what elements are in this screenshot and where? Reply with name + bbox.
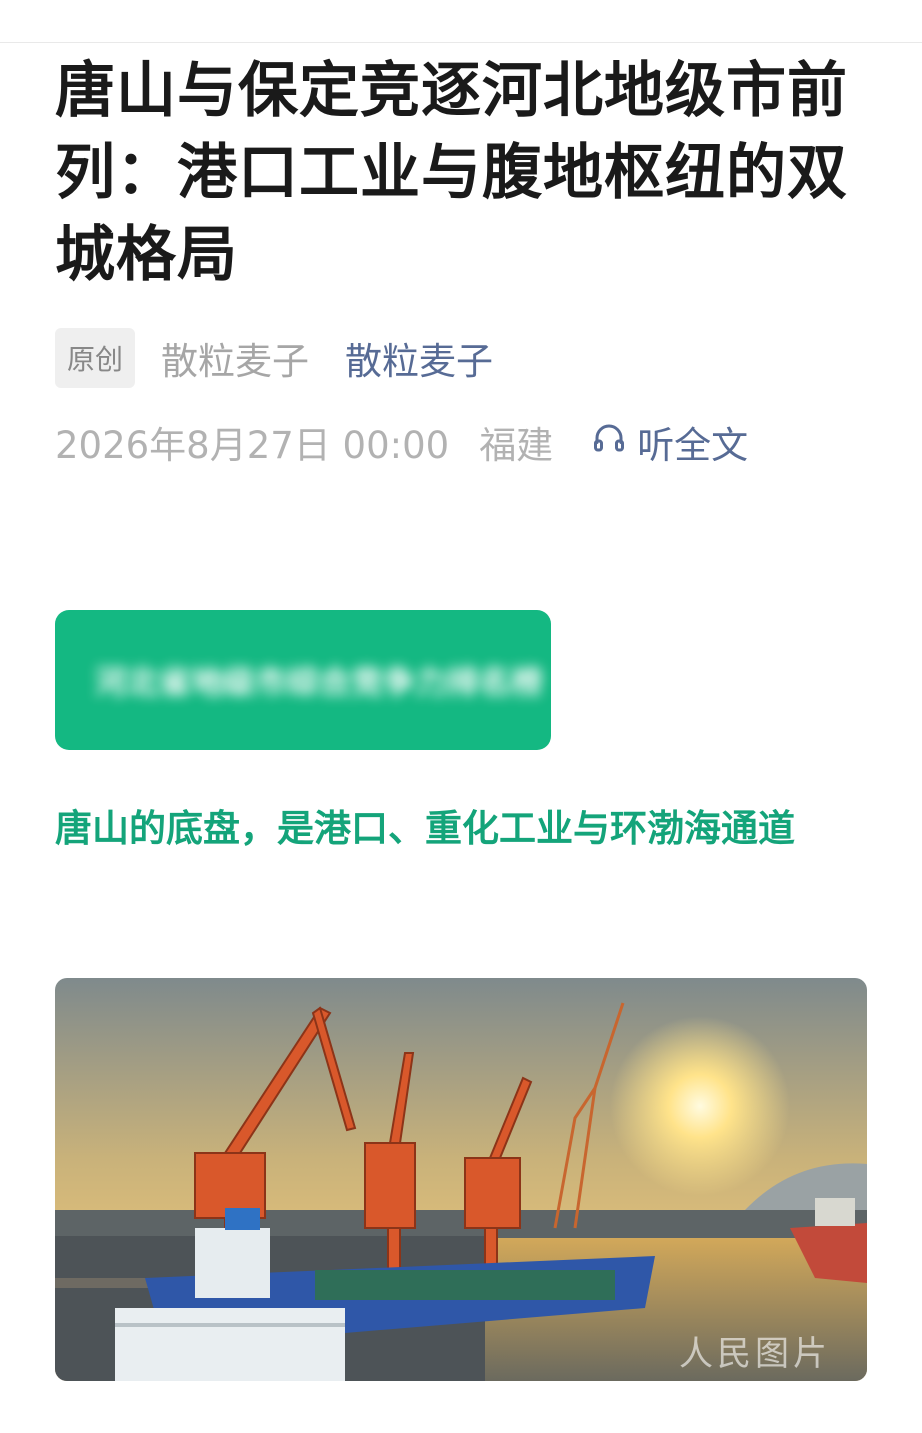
publish-date: 2026年8月27日 00:00 bbox=[55, 424, 450, 467]
port-photo[interactable]: 人民图片 bbox=[55, 978, 867, 1381]
section-subheading: 唐山的底盘，是港口、重化工业与环渤海通道 bbox=[55, 807, 795, 850]
listen-button[interactable]: 听全文 bbox=[591, 415, 748, 469]
meta-row: 原创 散粒麦子 散粒麦子 bbox=[55, 328, 493, 388]
author-name: 散粒麦子 bbox=[161, 340, 310, 383]
listen-label: 听全文 bbox=[637, 424, 749, 467]
port-illustration bbox=[55, 978, 867, 1381]
original-badge: 原创 bbox=[55, 328, 136, 388]
date-row: 2026年8月27日 00:00 福建 听全文 bbox=[55, 414, 748, 470]
account-link[interactable]: 散粒麦子 bbox=[345, 331, 493, 385]
image-watermark: 人民图片 bbox=[679, 1334, 831, 1374]
headphones-icon bbox=[591, 420, 637, 465]
ranking-card[interactable]: 河北省地级市综合竞争力排名榜 bbox=[55, 610, 551, 750]
top-divider bbox=[0, 42, 922, 43]
publish-location: 福建 bbox=[479, 424, 554, 467]
ranking-card-text: 河北省地级市综合竞争力排名榜 bbox=[95, 663, 544, 701]
article-title: 唐山与保定竞逐河北地级市前列：港口工业与腹地枢纽的双城格局 bbox=[55, 56, 848, 290]
